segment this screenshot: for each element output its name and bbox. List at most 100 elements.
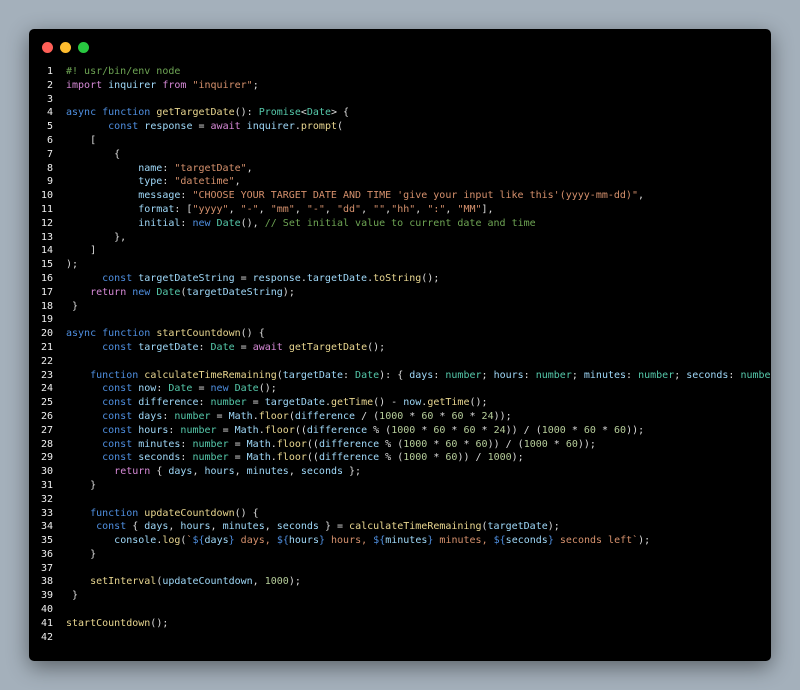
code-token: ); <box>282 286 295 298</box>
code-token: startCountdown <box>156 328 241 340</box>
code-token: 1000 <box>264 576 289 588</box>
code-token: updateCountdown <box>144 507 235 519</box>
code-token: difference <box>138 397 199 409</box>
code-token: = <box>216 424 235 436</box>
line-text: const seconds: number = Math.floor((diff… <box>66 451 524 465</box>
line-number: 36 <box>40 548 53 560</box>
code-token: hours <box>493 369 524 381</box>
line-text: ] <box>66 244 96 258</box>
minimize-dot-icon[interactable] <box>60 42 71 53</box>
code-line: 21 const targetDate: Date = await getTar… <box>29 341 771 355</box>
code-token: ":" <box>427 203 446 215</box>
code-token: * <box>433 410 452 422</box>
code-token: async <box>66 107 97 119</box>
code-token: { <box>150 466 169 478</box>
code-token: : <box>180 452 193 464</box>
code-line: 4 async function getTargetDate(): Promise… <box>29 106 771 120</box>
code-token: new <box>132 286 151 298</box>
code-line: 36 } <box>29 548 771 562</box>
code-token: * <box>445 424 464 436</box>
code-token: number <box>445 369 482 381</box>
code-line: 5 const response = await inquirer.prompt… <box>29 120 771 134</box>
code-token: number <box>192 452 229 464</box>
line-number: 40 <box>40 604 53 616</box>
code-token: Date <box>210 341 235 353</box>
code-token: targetDate <box>264 397 325 409</box>
code-token: log <box>162 535 181 547</box>
code-token: prompt <box>300 121 337 133</box>
line-text: const days: number = Math.floor(differen… <box>66 410 512 424</box>
code-token: ${ <box>493 535 506 547</box>
code-token: 60 <box>445 452 458 464</box>
code-token: * <box>595 424 615 436</box>
close-dot-icon[interactable] <box>42 42 53 53</box>
code-token: // Set initial value to current date and… <box>264 217 536 229</box>
code-token: > { <box>331 107 350 119</box>
code-token: targetDate <box>306 272 368 284</box>
code-token: = <box>228 438 247 450</box>
code-token: function <box>102 107 151 119</box>
code-token: 60 <box>421 410 434 422</box>
code-token: , <box>445 203 458 215</box>
code-token: = <box>234 341 253 353</box>
line-number: 22 <box>40 355 53 367</box>
code-token: 1000 <box>379 410 404 422</box>
code-token: , <box>246 162 253 174</box>
code-line: 12 initial: new Date(), // Set initial v… <box>29 217 771 231</box>
code-token: setInterval <box>90 576 157 588</box>
code-token: ; <box>674 369 687 381</box>
code-token: % ( <box>379 438 404 450</box>
code-token: : <box>198 341 211 353</box>
line-number: 19 <box>40 314 53 326</box>
code-line: 17 return new Date(targetDateString); <box>29 286 771 300</box>
code-token: 60 <box>583 424 596 436</box>
code-token: : <box>162 176 175 188</box>
code-token: function <box>90 369 139 381</box>
code-token: () { <box>240 328 265 340</box>
code-token: hours <box>180 521 211 533</box>
code-token: "targetDate" <box>174 162 247 174</box>
code-line: 7 { <box>29 148 771 162</box>
code-token: : <box>156 383 169 395</box>
code-token: ); <box>66 259 79 271</box>
code-token: type <box>138 176 163 188</box>
line-text: ); <box>66 258 78 272</box>
code-token: format <box>138 203 175 215</box>
code-token: ] <box>66 245 97 257</box>
code-token: ( <box>337 121 344 133</box>
code-token: % ( <box>379 452 404 464</box>
code-token: "MM" <box>457 203 482 215</box>
code-token: 1000 <box>403 438 428 450</box>
code-line: 41 startCountdown(); <box>29 617 771 631</box>
code-token: 24 <box>481 410 494 422</box>
code-token: } = <box>318 521 350 533</box>
maximize-dot-icon[interactable] <box>78 42 89 53</box>
line-text: console.log(`${days} days, ${hours} hour… <box>66 534 650 548</box>
code-token: minutes <box>138 438 181 450</box>
line-text: setInterval(updateCountdown, 1000); <box>66 575 301 589</box>
code-token: )); <box>493 410 512 422</box>
code-token: hours <box>138 424 169 436</box>
code-token: number <box>740 369 771 381</box>
code-token: 60 <box>614 424 627 436</box>
code-line: 29 const seconds: number = Math.floor((d… <box>29 451 771 465</box>
code-token: "CHOOSE YOUR TARGET DATE AND TIME 'give … <box>192 190 638 202</box>
line-number: 26 <box>40 410 53 422</box>
code-token: days, <box>234 535 277 547</box>
line-text: [ <box>66 134 96 148</box>
line-number: 41 <box>40 617 53 629</box>
code-line: 25 const difference: number = targetDate… <box>29 396 771 410</box>
line-number: 3 <box>46 93 53 105</box>
code-line: 26 const days: number = Math.floor(diffe… <box>29 410 771 424</box>
code-token: : <box>168 424 181 436</box>
code-token: getTime <box>330 397 374 409</box>
code-token: response <box>252 272 301 284</box>
code-line: 28 const minutes: number = Math.floor((d… <box>29 438 771 452</box>
code-token: const <box>102 272 133 284</box>
code-line: 16 const targetDateString = response.tar… <box>29 272 771 286</box>
